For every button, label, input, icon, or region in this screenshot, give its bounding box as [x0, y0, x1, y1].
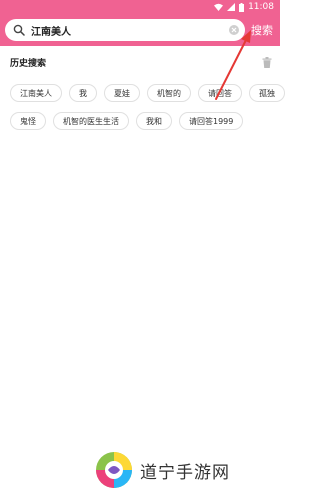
watermark: 道宁手游网 [94, 450, 230, 490]
battery-icon [239, 2, 245, 12]
search-button[interactable]: 搜索 [248, 21, 276, 39]
signal-icon [227, 3, 236, 11]
search-box[interactable] [5, 19, 245, 41]
wifi-icon [214, 3, 224, 11]
history-chips: 江南美人 我 夏娃 机智的 请回答 孤独 鬼怪 机智的医生生活 我和 请回答19… [10, 84, 285, 140]
history-title: 历史搜索 [10, 58, 47, 69]
chip-row: 江南美人 我 夏娃 机智的 请回答 孤独 [10, 84, 285, 102]
status-bar: 11:08 [0, 0, 280, 14]
history-chip[interactable]: 我 [69, 84, 97, 102]
watermark-logo-icon [96, 452, 132, 488]
status-time: 11:08 [248, 2, 274, 12]
history-chip[interactable]: 夏娃 [104, 84, 140, 102]
history-chip[interactable]: 我和 [136, 112, 172, 130]
search-icon [13, 24, 25, 36]
search-bar: 搜索 [0, 14, 280, 46]
history-header: 历史搜索 [10, 54, 272, 70]
clear-icon[interactable] [229, 25, 239, 35]
history-chip[interactable]: 机智的医生生活 [53, 112, 129, 130]
history-chip[interactable]: 请回答 [198, 84, 242, 102]
history-chip[interactable]: 孤独 [249, 84, 285, 102]
watermark-text: 道宁手游网 [140, 462, 230, 483]
history-chip[interactable]: 鬼怪 [10, 112, 46, 130]
history-chip[interactable]: 机智的 [147, 84, 191, 102]
history-chip[interactable]: 江南美人 [10, 84, 62, 102]
chip-row: 鬼怪 机智的医生生活 我和 请回答1999 [10, 112, 275, 130]
search-input[interactable] [31, 20, 229, 40]
history-chip[interactable]: 请回答1999 [179, 112, 244, 130]
trash-icon[interactable] [262, 56, 272, 68]
